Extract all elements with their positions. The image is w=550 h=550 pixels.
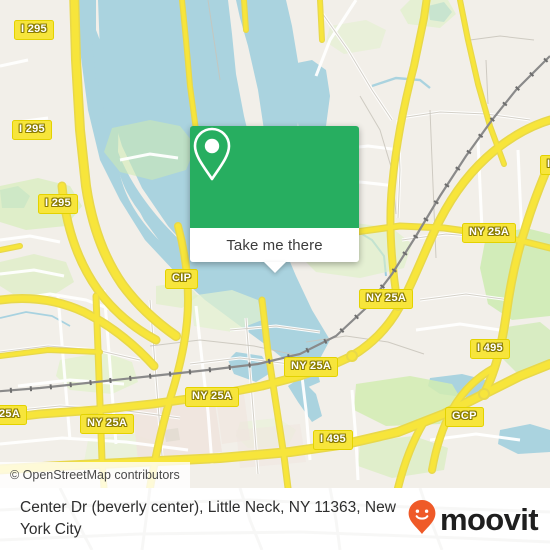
place-title: Center Dr (beverly center), Little Neck,…	[20, 498, 396, 538]
shield-ny25a-center: NY 25A	[284, 357, 339, 377]
moovit-wordmark: moovit	[439, 501, 539, 537]
footer-bar: Center Dr (beverly center), Little Neck,…	[0, 488, 550, 550]
shield-cip: CIP	[165, 269, 199, 289]
shield-ny25a-sw: NY 25A	[185, 387, 240, 407]
shield-i495-edge: I 495	[540, 155, 550, 175]
destination-popup-card[interactable]: Take me there	[190, 126, 359, 273]
screenshot-root: I 295 I 295 I 295 CIP NY 25A NY 25A NY 25A NY 2…	[0, 0, 550, 550]
shield-i295-south: I 295	[38, 194, 78, 214]
popup-pointer	[263, 262, 286, 273]
shield-gcp: GCP	[445, 407, 484, 427]
attribution-text: © OpenStreetMap contributors	[10, 468, 180, 482]
shield-i295-mid: I 295	[12, 120, 52, 140]
popup-action-area[interactable]: Take me there	[190, 228, 359, 273]
take-me-there-label: Take me there	[226, 236, 323, 254]
shield-25a-west: 25A	[0, 405, 28, 425]
shield-i495-east: I 495	[470, 339, 510, 359]
shield-ny25a-e: NY 25A	[359, 289, 414, 309]
moovit-smiling-pin-icon	[407, 499, 437, 540]
shield-i495-south: I 495	[313, 430, 353, 450]
map-canvas[interactable]: I 295 I 295 I 295 CIP NY 25A NY 25A NY 25A NY 2…	[0, 0, 550, 488]
shield-i295-north: I 295	[14, 20, 54, 40]
shield-ny25a-ne: NY 25A	[462, 223, 517, 243]
map-attribution[interactable]: © OpenStreetMap contributors	[0, 462, 190, 488]
moovit-logo[interactable]: moovit	[407, 499, 539, 540]
popup-image-area	[190, 126, 359, 228]
shield-ny25a-south: NY 25A	[80, 414, 135, 434]
